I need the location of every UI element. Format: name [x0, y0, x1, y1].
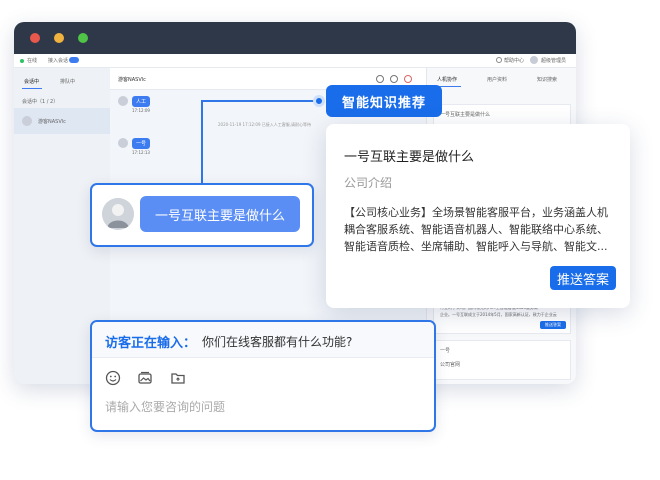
emoji-icon[interactable]	[105, 370, 121, 386]
message-time: 17:12:09	[132, 108, 150, 113]
message-bubble: 人工	[132, 96, 151, 107]
online-status-icon	[20, 59, 24, 63]
push-answer-button[interactable]: 推送答案	[550, 266, 616, 290]
tab-knowledge-search[interactable]: 知识搜索	[537, 76, 557, 83]
user-name[interactable]: 超级管理员	[541, 57, 566, 64]
record-icon[interactable]	[390, 75, 398, 83]
visitor-avatar-icon	[22, 116, 32, 126]
message-avatar-icon	[118, 96, 128, 106]
folder-icon[interactable]	[170, 370, 186, 386]
window-titlebar	[14, 22, 576, 54]
chat-visitor-name: 游客NASVlc	[118, 77, 146, 83]
visitor-input-card: 访客正在输入： 你们在线客服都有什么功能? 请输入您要咨询的问题	[90, 320, 436, 432]
window-maximize-dot[interactable]	[78, 33, 88, 43]
typing-text: 你们在线客服都有什么功能?	[202, 335, 353, 349]
message-time: 17:12:13	[132, 150, 150, 155]
session-count: 会话中（1 / 2）	[22, 99, 59, 105]
message-input[interactable]: 请输入您要咨询的问题	[105, 398, 225, 415]
knowledge-recommend-tag: 智能知识推荐	[326, 85, 442, 117]
access-session-label: 接入会话	[48, 58, 69, 64]
help-center-link[interactable]: 帮助中心	[504, 57, 524, 64]
list-item[interactable]: 一号	[440, 347, 450, 354]
connector-line	[201, 100, 319, 102]
message-avatar-icon	[118, 138, 128, 148]
knowledge-category: 公司介绍	[344, 176, 393, 190]
query-preview: 一号互联主要是做什么	[440, 112, 491, 118]
help-icon[interactable]	[496, 57, 502, 63]
knowledge-answer-line: 耦合客服系统、智能语音机器人、智能联络中心系统、	[344, 223, 608, 236]
visitor-question-bubble: 一号互联主要是做什么	[140, 196, 300, 232]
typing-label: 访客正在输入：	[105, 336, 197, 351]
window-close-dot[interactable]	[30, 33, 40, 43]
system-note: 2020-11-19 17:12:09 已接入人工客服,请耐心等待	[218, 122, 312, 127]
tab-in-session[interactable]: 会话中	[24, 78, 39, 85]
question-mark-icon[interactable]	[376, 75, 384, 83]
push-answer-button-small[interactable]: 推送答案	[540, 321, 566, 329]
status-label[interactable]: 在线	[27, 57, 37, 64]
connector-dot	[313, 95, 325, 107]
active-tab-underline	[22, 88, 42, 89]
assist-card-2: 一号 公司官网	[433, 340, 571, 380]
list-item[interactable]: 公司官网	[440, 361, 460, 368]
top-toolbar: 在线 接入会话 帮助中心 超级管理员	[14, 54, 576, 68]
typing-preview-bar: 访客正在输入： 你们在线客服都有什么功能?	[92, 322, 434, 358]
knowledge-card: 一号互联主要是做什么 公司介绍 【公司核心业务】全场景智能客服平台，业务涵盖人机…	[326, 124, 630, 308]
knowledge-answer-line: 【公司核心业务】全场景智能客服平台，业务涵盖人机	[344, 206, 608, 219]
session-item[interactable]: 游客NASVlc	[14, 108, 110, 134]
access-session-toggle[interactable]	[69, 57, 79, 63]
window-minimize-dot[interactable]	[54, 33, 64, 43]
connector-line	[201, 100, 203, 184]
knowledge-question: 一号互联主要是做什么	[344, 150, 475, 165]
session-item-name: 游客NASVlc	[38, 119, 66, 125]
knowledge-answer-line: 智能语音质检、坐席辅助、智能呼入与导航、智能文...	[344, 240, 608, 253]
visitor-avatar-icon	[102, 198, 134, 230]
tab-queue[interactable]: 排队中	[60, 78, 75, 85]
user-avatar-icon[interactable]	[530, 56, 538, 64]
tab-human-machine[interactable]: 人机协作	[437, 76, 457, 83]
image-icon[interactable]	[137, 370, 153, 386]
tab-user-profile[interactable]: 用户资料	[487, 76, 507, 83]
message-bubble: 一号	[132, 138, 151, 149]
answer-snippet-line: 企业。一号互联成立于2014年5月，国家高新认证，致力于企业云	[440, 312, 557, 317]
close-circle-icon[interactable]	[404, 75, 412, 83]
